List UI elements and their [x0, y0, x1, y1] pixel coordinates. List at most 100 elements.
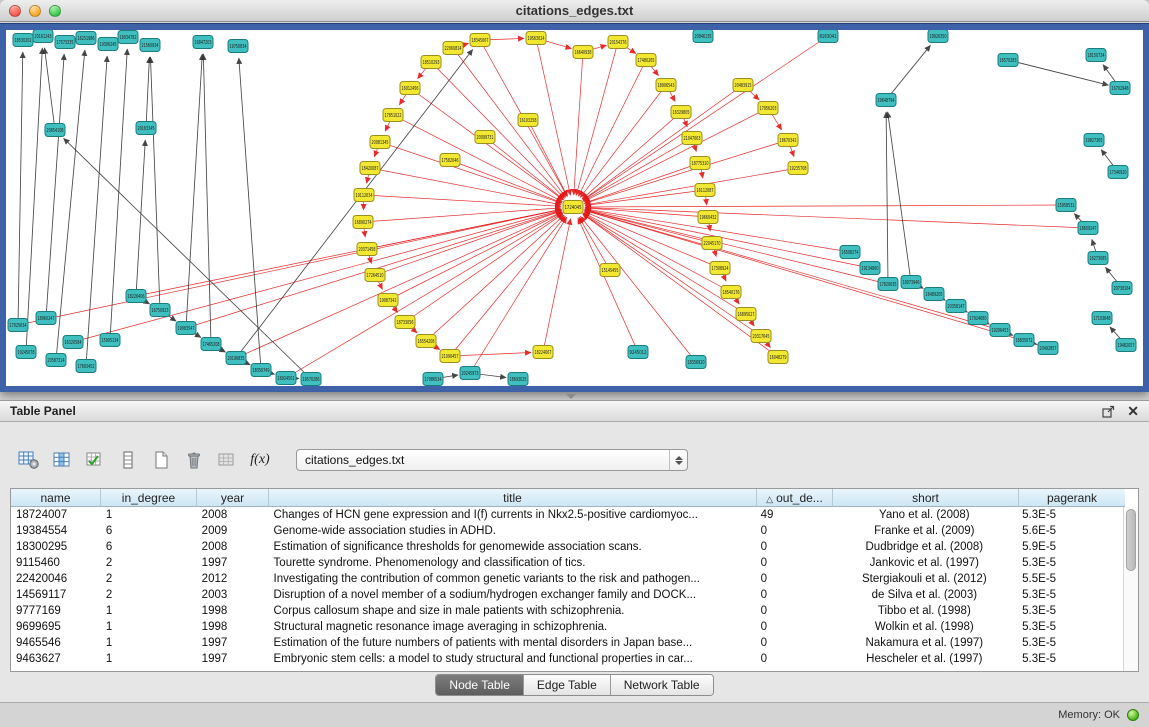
- import-table-icon[interactable]: [214, 447, 240, 473]
- zoom-window-icon[interactable]: [49, 5, 61, 17]
- network-node[interactable]: 16273085: [1088, 252, 1108, 265]
- function-builder-icon[interactable]: f(x): [247, 447, 273, 473]
- network-node[interactable]: 16048279: [768, 351, 788, 364]
- network-node[interactable]: 19083547: [176, 322, 196, 335]
- network-edge[interactable]: [18, 209, 561, 325]
- network-node[interactable]: 16103258: [518, 114, 538, 127]
- network-node[interactable]: 18226406: [126, 290, 146, 303]
- network-node[interactable]: 20081345: [370, 136, 390, 149]
- network-node[interactable]: 1724045: [563, 201, 583, 214]
- network-node[interactable]: 15145455: [600, 264, 620, 277]
- network-edge[interactable]: [574, 52, 583, 195]
- column-header-pagerank[interactable]: pagerank: [1019, 489, 1125, 507]
- network-node[interactable]: 22060814: [443, 42, 463, 55]
- network-node[interactable]: 18926350: [928, 30, 948, 43]
- network-node[interactable]: 20245973: [460, 367, 480, 380]
- network-node[interactable]: 17582046: [440, 154, 460, 167]
- table-row[interactable]: 1872400712008Changes of HCN gene express…: [11, 507, 1123, 523]
- network-edge[interactable]: [583, 85, 743, 200]
- rows-icon[interactable]: [115, 447, 141, 473]
- network-node[interactable]: 18530202: [13, 34, 33, 47]
- column-header-title[interactable]: title: [269, 489, 757, 507]
- network-node[interactable]: 16251986: [76, 32, 96, 45]
- network-node[interactable]: 19648794: [876, 94, 896, 107]
- network-edge[interactable]: [45, 48, 55, 130]
- network-node[interactable]: 22045170: [702, 237, 722, 250]
- network-node[interactable]: 20358147: [946, 300, 966, 313]
- network-edge[interactable]: [579, 217, 610, 270]
- network-node[interactable]: 16750923: [150, 304, 170, 317]
- tab-node-table[interactable]: Node Table: [436, 675, 524, 695]
- network-node[interactable]: 17820635: [878, 278, 898, 291]
- close-window-icon[interactable]: [9, 5, 21, 17]
- network-node[interactable]: 21047063: [682, 132, 702, 145]
- network-canvas[interactable]: 1724045185102931601245617851022200813451…: [6, 30, 1143, 386]
- table-vertical-scrollbar[interactable]: [1123, 507, 1138, 671]
- network-node[interactable]: 16924501: [276, 372, 296, 385]
- network-node[interactable]: 19660432: [698, 211, 718, 224]
- network-node[interactable]: 16570283: [998, 54, 1018, 67]
- table-row[interactable]: 946554611997Estimation of the future num…: [11, 635, 1123, 651]
- network-node[interactable]: 16489205: [924, 288, 944, 301]
- close-panel-icon[interactable]: ✕: [1127, 404, 1139, 418]
- column-header-year[interactable]: year: [197, 489, 269, 507]
- network-node[interactable]: 20483915: [733, 79, 753, 92]
- network-edge[interactable]: [578, 60, 646, 196]
- network-edge[interactable]: [583, 138, 692, 201]
- network-node[interactable]: 16640938: [573, 46, 593, 59]
- network-edge[interactable]: [453, 48, 566, 197]
- network-edge[interactable]: [236, 50, 473, 358]
- network-node[interactable]: 17573335: [55, 36, 75, 49]
- table-row[interactable]: 1456911722003Disruption of a novel membe…: [11, 587, 1123, 603]
- scrollbar-thumb[interactable]: [1126, 509, 1136, 571]
- network-node[interactable]: 19112034: [354, 189, 374, 202]
- network-node[interactable]: 16508274: [840, 246, 860, 259]
- network-node[interactable]: 20846135: [693, 30, 713, 43]
- column-header-short[interactable]: short: [833, 489, 1019, 507]
- table-row[interactable]: 977716911998Corpus callosum shape and si…: [11, 603, 1123, 619]
- table-row[interactable]: 911546021997Tourette syndrome. Phenomeno…: [11, 555, 1123, 571]
- network-node[interactable]: 20738164: [1112, 282, 1132, 295]
- network-node[interactable]: 17086534: [423, 373, 443, 386]
- network-node[interactable]: 19563024: [526, 32, 546, 45]
- network-edge[interactable]: [136, 209, 561, 296]
- network-node[interactable]: 17103648: [1092, 312, 1112, 325]
- network-node[interactable]: 20099731: [475, 131, 495, 144]
- network-edge[interactable]: [1008, 60, 1108, 85]
- network-node[interactable]: 16112087: [695, 184, 715, 197]
- network-edge[interactable]: [146, 57, 149, 128]
- table-row[interactable]: 969969511998Structural magnetic resonanc…: [11, 619, 1123, 635]
- network-node[interactable]: 21560934: [140, 39, 160, 52]
- network-node[interactable]: 21090457: [440, 350, 460, 363]
- network-node[interactable]: 20196835: [226, 352, 246, 365]
- network-node[interactable]: 20587314: [46, 354, 66, 367]
- network-node[interactable]: 19827365: [1084, 134, 1104, 147]
- network-node[interactable]: 9245012: [628, 346, 648, 359]
- table-settings-icon[interactable]: [16, 447, 42, 473]
- network-node[interactable]: 17924680: [968, 312, 988, 325]
- network-node[interactable]: 19206453: [990, 324, 1010, 337]
- network-node[interactable]: 16702948: [1110, 82, 1130, 95]
- network-edge[interactable]: [26, 48, 42, 352]
- network-edge[interactable]: [578, 218, 638, 352]
- network-edge[interactable]: [380, 142, 562, 203]
- network-node[interactable]: 18224067: [533, 346, 553, 359]
- network-edge[interactable]: [580, 85, 666, 197]
- network-edge[interactable]: [585, 168, 798, 205]
- network-node[interactable]: 17308924: [710, 262, 730, 275]
- network-node[interactable]: 20154376: [608, 36, 628, 49]
- memory-status-indicator[interactable]: [1127, 709, 1139, 721]
- network-edge[interactable]: [888, 112, 911, 282]
- network-node[interactable]: 18420087: [360, 162, 380, 175]
- network-node[interactable]: 18775310: [690, 157, 710, 170]
- network-node[interactable]: 17025634: [8, 319, 28, 332]
- network-node[interactable]: 19134860: [860, 262, 880, 275]
- network-node[interactable]: 18150734: [1086, 49, 1106, 62]
- minimize-window-icon[interactable]: [29, 5, 41, 17]
- network-edge[interactable]: [585, 205, 1066, 207]
- network-edge[interactable]: [239, 58, 261, 370]
- network-node[interactable]: 16847203: [193, 36, 213, 49]
- table-row[interactable]: 2242004622012Investigating the contribut…: [11, 571, 1123, 587]
- network-node[interactable]: 16890274: [353, 216, 373, 229]
- network-node[interactable]: 18510293: [421, 56, 441, 69]
